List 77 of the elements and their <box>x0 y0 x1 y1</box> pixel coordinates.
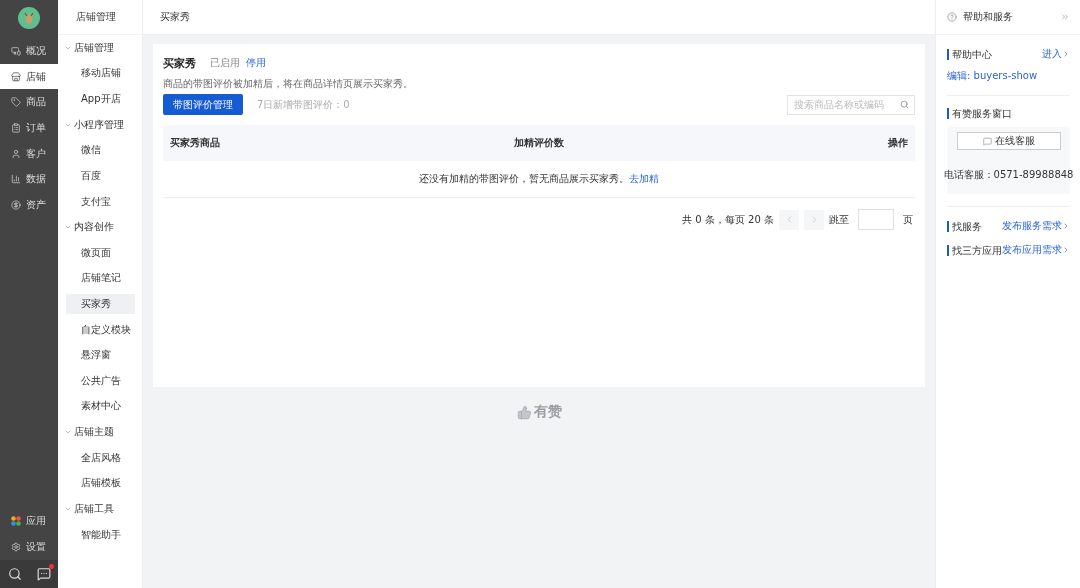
section-title: 找三方应用 <box>947 244 1002 256</box>
column-header: 操作 <box>888 136 908 150</box>
sidebar-item[interactable]: 店铺笔记 <box>66 268 135 289</box>
nav-item[interactable]: 店铺 <box>0 63 58 90</box>
sidebar-group[interactable]: 店铺工具 <box>58 496 142 522</box>
jump-label: 跳至 <box>829 212 849 227</box>
logo-icon[interactable] <box>18 7 40 29</box>
sidebar-title: 店铺管理 <box>58 0 142 35</box>
page-summary: 共 0 条，每页 20 条 <box>682 212 774 227</box>
nav-item[interactable]: 应用 <box>0 508 58 535</box>
sidebar-group[interactable]: 店铺管理 <box>58 35 142 61</box>
sidebar-item[interactable]: 微信 <box>66 140 135 161</box>
collapse-icon[interactable] <box>1060 12 1070 22</box>
chevron-right-icon <box>1062 222 1070 230</box>
stat-text: 7日新增带图评价：0 <box>257 97 350 112</box>
section-title: 有赞服务窗口 <box>947 108 1070 119</box>
status-text: 已启用 <box>210 56 240 70</box>
sidebar-group[interactable]: 小程序管理 <box>58 111 142 138</box>
sidebar-item[interactable]: 店铺模板 <box>66 473 135 494</box>
list-icon <box>11 122 21 133</box>
help-icon <box>947 12 957 22</box>
monitor-icon <box>11 45 21 56</box>
sidebar-item[interactable]: App开店 <box>66 89 135 110</box>
empty-message: 还没有加精的带图评价，暂无商品展示买家秀。去加精 <box>419 172 659 186</box>
coin-icon <box>11 199 21 210</box>
tag-icon <box>11 97 21 108</box>
section-title: 找服务 <box>947 220 982 232</box>
gear-icon <box>11 542 21 553</box>
column-header: 买家秀商品 <box>170 136 220 150</box>
manage-button[interactable]: 带图评价管理 <box>163 94 243 115</box>
phone-text: 电话客服：0571-89988848 <box>943 168 1074 182</box>
sidebar-item[interactable]: 悬浮窗 <box>66 345 135 366</box>
nav-item[interactable]: 订单 <box>0 115 58 141</box>
sidebar-item[interactable]: 自定义模块 <box>66 319 135 340</box>
sidebar-item[interactable]: 智能助手 <box>66 524 135 545</box>
online-service-button[interactable]: 在线客服 <box>956 132 1061 150</box>
sidebar-item[interactable]: 全店风格 <box>66 447 135 468</box>
message-icon[interactable] <box>36 567 51 581</box>
chevron-right-icon <box>1062 246 1070 254</box>
chevron-right-icon <box>1062 50 1070 58</box>
sidebar-item[interactable]: 移动店铺 <box>66 63 135 84</box>
enter-link[interactable]: 进入 <box>1042 47 1070 61</box>
request-link[interactable]: 发布服务需求 <box>1002 219 1070 233</box>
nav-item[interactable]: 概况 <box>0 38 58 64</box>
nav-item[interactable]: 数据 <box>0 166 58 193</box>
nav-item[interactable]: 资产 <box>0 192 58 218</box>
feature-link[interactable]: 去加精 <box>629 173 659 184</box>
brand-text: 有赞 <box>533 403 562 421</box>
page-unit: 页 <box>903 212 913 227</box>
sidebar-item[interactable]: 公共广告 <box>66 370 135 391</box>
request-link[interactable]: 发布应用需求 <box>1002 243 1070 257</box>
panel-title: 帮助和服务 <box>963 10 1014 24</box>
nav-item[interactable]: 商品 <box>0 89 58 116</box>
edit-note: 编辑: buyers-show <box>947 69 1039 83</box>
user-icon <box>11 148 21 159</box>
description: 商品的带图评价被加精后，将在商品详情页展示买家秀。 <box>163 77 414 91</box>
page-input[interactable] <box>858 209 894 230</box>
store-icon <box>11 71 21 82</box>
sidebar-item[interactable]: 百度 <box>66 165 135 186</box>
sidebar-group[interactable]: 内容创作 <box>58 214 142 241</box>
message-icon <box>982 136 992 146</box>
nav-item[interactable]: 客户 <box>0 140 58 167</box>
sidebar-item[interactable]: 支付宝 <box>66 191 135 212</box>
thumbs-up-icon <box>516 404 532 420</box>
column-header: 加精评价数 <box>514 136 564 150</box>
card-title: 买家秀 <box>163 55 196 71</box>
sidebar-item[interactable]: 买家秀 <box>66 294 135 314</box>
sidebar-item[interactable]: 微页面 <box>66 242 135 263</box>
apps-icon <box>11 516 21 527</box>
breadcrumb: 买家秀 <box>160 10 190 24</box>
search-icon[interactable] <box>7 567 22 581</box>
sidebar-item[interactable]: 素材中心 <box>66 396 135 417</box>
disable-link[interactable]: 停用 <box>246 56 266 70</box>
nav-item[interactable]: 设置 <box>0 534 58 560</box>
section-title: 帮助中心 <box>947 48 992 60</box>
chart-icon <box>11 174 21 185</box>
sidebar-group[interactable]: 店铺主题 <box>58 419 142 445</box>
